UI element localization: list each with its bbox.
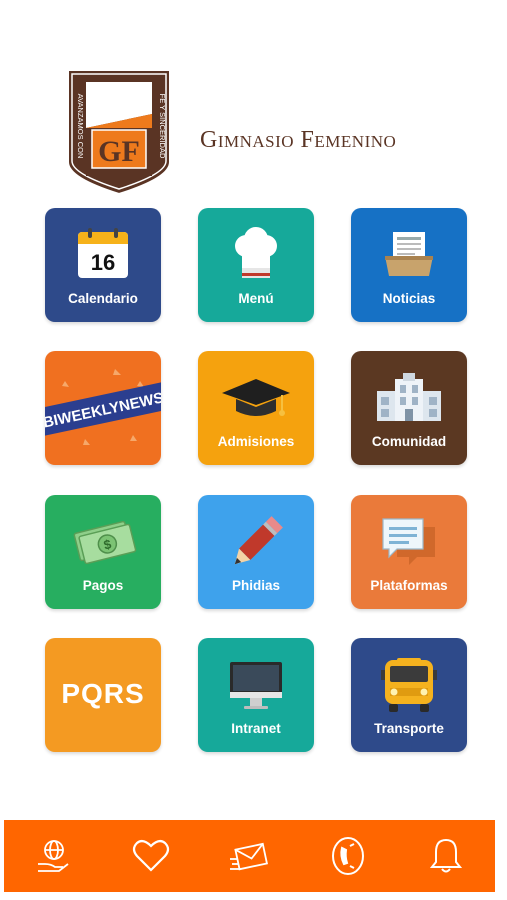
tile-calendario[interactable]: 16 Calendario — [45, 208, 161, 322]
school-bus-icon — [381, 658, 437, 712]
crest-motto-right: FE Y SINCERIDAD — [158, 94, 167, 159]
tile-pagos[interactable]: $ Pagos — [45, 495, 161, 609]
tile-comunidad[interactable]: Comunidad — [351, 351, 467, 465]
bottom-navigation-bar — [4, 820, 495, 892]
tile-label: Transporte — [374, 721, 444, 736]
nav-web-button[interactable] — [23, 826, 83, 886]
biweekly-news-banner: BIWEEKLYNEWS — [45, 369, 161, 445]
news-tray-icon — [385, 232, 433, 276]
tile-label: Noticias — [382, 291, 436, 306]
tile-label: Comunidad — [371, 434, 447, 449]
phone-icon — [331, 837, 364, 875]
crest-motto-left: AVANZAMOS CON — [76, 94, 85, 159]
nav-notifications-button[interactable] — [416, 826, 476, 886]
money-icon: $ — [73, 520, 137, 565]
tile-biweekly-news[interactable]: BIWEEKLYNEWS — [45, 351, 161, 465]
nav-mail-button[interactable] — [219, 826, 279, 886]
tile-label: Calendario — [68, 291, 138, 306]
tile-admisiones[interactable]: Admisiones — [198, 351, 314, 465]
building-icon — [377, 373, 441, 421]
mail-icon — [230, 842, 269, 871]
tile-intranet[interactable]: Intranet — [198, 638, 314, 752]
crest-monogram: GF — [98, 135, 140, 168]
tile-label: Intranet — [231, 721, 281, 736]
tile-pqrs[interactable]: PQRS — [45, 638, 161, 752]
tile-plataformas[interactable]: Plataformas — [351, 495, 467, 609]
tile-transporte[interactable]: Transporte — [351, 638, 467, 752]
monitor-icon — [230, 662, 282, 709]
tile-label: Menú — [238, 291, 274, 306]
calendar-date: 16 — [91, 250, 115, 275]
tile-label: Admisiones — [217, 434, 295, 449]
tile-noticias[interactable]: Noticias — [351, 208, 467, 322]
pqrs-label: PQRS — [61, 678, 145, 709]
tile-label: Phidias — [231, 578, 280, 593]
chat-bubble-icon — [382, 518, 435, 565]
app-header: GF AVANZAMOS CON FE Y SINCERIDAD Gimnasi… — [0, 0, 507, 200]
tile-label: Plataformas — [370, 578, 448, 593]
bell-icon — [429, 838, 462, 873]
pencil-icon — [234, 516, 283, 565]
tile-label: Pagos — [82, 578, 124, 593]
school-crest-logo: GF AVANZAMOS CON FE Y SINCERIDAD — [67, 69, 171, 196]
school-name: Gimnasio Femenino — [200, 127, 397, 153]
globe-hand-icon — [38, 840, 69, 872]
nav-call-button[interactable] — [318, 826, 378, 886]
nav-favorites-button[interactable] — [121, 826, 181, 886]
tile-menu[interactable]: Menú — [198, 208, 314, 322]
calendar-icon: 16 — [78, 228, 128, 278]
heart-icon — [133, 839, 170, 872]
chef-hat-icon — [235, 227, 277, 278]
graduation-cap-icon — [222, 379, 290, 416]
tile-phidias[interactable]: Phidias — [198, 495, 314, 609]
